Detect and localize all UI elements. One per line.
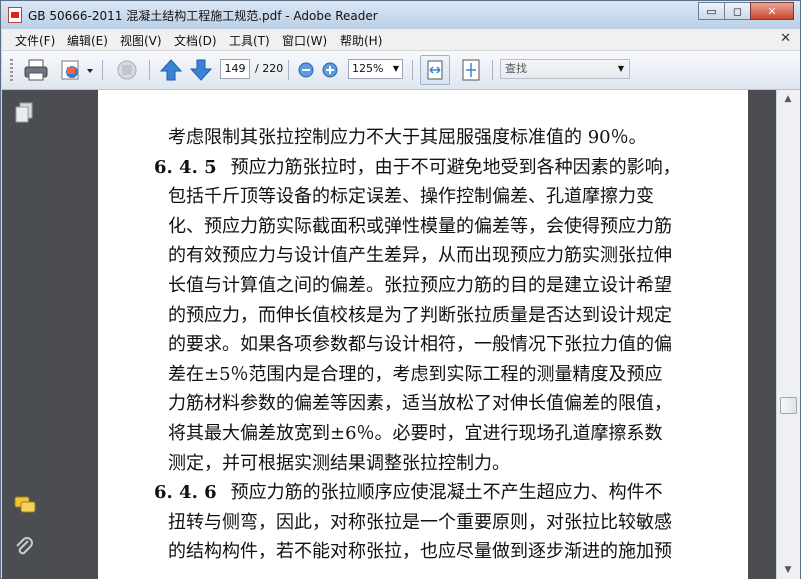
line-text: 包括千斤顶等设备的标定误差、操作控制偏差、孔道摩擦力变 <box>168 186 654 208</box>
menu-view[interactable]: 视图(V) <box>120 32 162 49</box>
maximize-button[interactable]: ◻ <box>724 2 751 20</box>
menu-file[interactable]: 文件(F) <box>15 32 55 49</box>
line-text: 差在±5％范围内是合理的，考虑到实际工程的测量精度及预应 <box>168 363 663 385</box>
vertical-scrollbar[interactable]: ▲ ▼ <box>776 90 800 579</box>
line-text: 预应力筋的张拉顺序应使混凝土不产生超应力、构件不 <box>230 482 663 504</box>
page-count: / 220 <box>255 62 284 75</box>
text-line: 包括千斤顶等设备的标定误差、操作控制偏差、孔道摩擦力变 <box>154 182 719 212</box>
line-text: 考虑限制其张拉控制应力不大于其屈服强度标准值的 90％。 <box>168 127 647 148</box>
section-number: 6. 4. 5 <box>154 156 217 178</box>
print-icon[interactable] <box>23 58 49 82</box>
text-line: 将其最大偏差放宽到±6％。必要时，宜进行现场孔道摩擦系数 <box>154 419 719 449</box>
section-number: 6. 4. 6 <box>154 482 217 504</box>
menu-edit[interactable]: 编辑(E) <box>67 32 108 49</box>
menu-bar: 文件(F) 编辑(E) 视图(V) 文档(D) 工具(T) 窗口(W) 帮助(H… <box>2 29 800 51</box>
window-title: GB 50666-2011 混凝土结构工程施工规范.pdf - Adobe Re… <box>28 9 378 23</box>
line-text: 化、预应力筋实际截面积或弹性模量的偏差等，会使得预应力筋 <box>168 215 672 237</box>
line-text: 的结构构件，若不能对称张拉，也应尽量做到逐步渐进的施加预 <box>168 541 672 563</box>
zoom-out-icon[interactable] <box>296 58 316 82</box>
text-line: 化、预应力筋实际截面积或弹性模量的偏差等，会使得预应力筋 <box>154 212 719 242</box>
text-line: 力筋材料参数的偏差等因素，适当放松了对伸长值偏差的限值， <box>154 389 719 419</box>
close-document-icon[interactable]: ✕ <box>780 31 791 46</box>
line-text: 测定，并可根据实测结果调整张拉控制力。 <box>168 452 510 474</box>
line-text: 扭转与侧弯，因此，对称张拉是一个重要原则，对张拉比较敏感 <box>168 511 672 533</box>
toolbar: 149 / 220 125% ▼ 查找 ▼ <box>2 51 800 90</box>
menu-window[interactable]: 窗口(W) <box>282 32 327 49</box>
attachments-icon[interactable] <box>14 536 34 558</box>
fit-width-icon <box>427 60 443 80</box>
text-line: 的预应力，而伸长值校核是为了判断张拉质量是否达到设计规定 <box>154 301 719 331</box>
text-line: 考虑限制其张拉控制应力不大于其屈服强度标准值的 90％。 <box>154 123 719 153</box>
page-text: 考虑限制其张拉控制应力不大于其屈服强度标准值的 90％。 6. 4. 5 预应力筋… <box>154 123 719 567</box>
pdf-app-icon <box>8 7 22 23</box>
line-text: 的有效预应力与设计值产生差异，从而出现预应力筋实测张拉伸 <box>168 245 672 267</box>
share-email-icon[interactable] <box>59 58 95 82</box>
zoom-in-icon[interactable] <box>320 58 340 82</box>
text-line: 的结构构件，若不能对称张拉，也应尽量做到逐步渐进的施加预 <box>154 537 719 567</box>
menu-help[interactable]: 帮助(H) <box>340 32 382 49</box>
text-line: 的要求。如果各项参数都与设计相符，一般情况下张拉力值的偏 <box>154 330 719 360</box>
fit-width-button[interactable] <box>420 55 450 85</box>
menu-tools[interactable]: 工具(T) <box>229 32 270 49</box>
hand-tool-icon[interactable] <box>113 58 141 82</box>
find-placeholder: 查找 <box>505 62 527 75</box>
zoom-value: 125% <box>352 62 384 75</box>
navigation-pane <box>2 90 44 579</box>
previous-page-icon[interactable] <box>159 58 183 82</box>
scroll-down-button[interactable]: ▼ <box>781 563 795 577</box>
window-controls: ▭ ◻ ✕ <box>698 2 794 22</box>
menu-document[interactable]: 文档(D) <box>174 32 217 49</box>
zoom-select[interactable]: 125% ▼ <box>348 59 403 79</box>
chevron-down-icon[interactable]: ▼ <box>618 60 624 78</box>
line-text: 的要求。如果各项参数都与设计相符，一般情况下张拉力值的偏 <box>168 334 672 356</box>
text-line: 的有效预应力与设计值产生差异，从而出现预应力筋实测张拉伸 <box>154 241 719 271</box>
toolbar-separator <box>288 60 289 80</box>
line-text: 将其最大偏差放宽到±6％。必要时，宜进行现场孔道摩擦系数 <box>168 422 663 444</box>
close-button[interactable]: ✕ <box>750 2 794 20</box>
toolbar-separator <box>149 60 150 80</box>
toolbar-separator <box>102 60 103 80</box>
chevron-down-icon: ▼ <box>392 64 399 73</box>
line-text: 预应力筋张拉时，由于不可避免地受到各种因素的影响， <box>230 156 681 178</box>
scroll-up-button[interactable]: ▲ <box>781 92 795 106</box>
title-bar[interactable]: GB 50666-2011 混凝土结构工程施工规范.pdf - Adobe Re… <box>1 1 800 29</box>
text-line: 6. 4. 5 预应力筋张拉时，由于不可避免地受到各种因素的影响， <box>154 153 719 183</box>
toolbar-grip[interactable] <box>10 59 13 81</box>
line-text: 的预应力，而伸长值校核是为了判断张拉质量是否达到设计规定 <box>168 304 672 326</box>
toolbar-separator <box>412 60 413 80</box>
line-text: 长值与计算值之间的偏差。张拉预应力筋的目的是建立设计希望 <box>168 274 672 296</box>
scroll-thumb[interactable] <box>780 397 797 414</box>
pages-panel-icon[interactable] <box>14 102 34 124</box>
fit-page-icon[interactable] <box>460 58 482 82</box>
text-line: 测定，并可根据实测结果调整张拉控制力。 <box>154 449 719 479</box>
comments-icon[interactable] <box>14 495 36 515</box>
text-line: 差在±5％范围内是合理的，考虑到实际工程的测量精度及预应 <box>154 360 719 390</box>
adobe-reader-window: GB 50666-2011 混凝土结构工程施工规范.pdf - Adobe Re… <box>0 0 801 579</box>
minimize-button[interactable]: ▭ <box>698 2 725 20</box>
page-number-input[interactable]: 149 <box>220 59 250 79</box>
toolbar-separator <box>492 60 493 80</box>
line-text: 力筋材料参数的偏差等因素，适当放松了对伸长值偏差的限值， <box>168 393 672 415</box>
next-page-icon[interactable] <box>189 58 213 82</box>
text-line: 扭转与侧弯，因此，对称张拉是一个重要原则，对张拉比较敏感 <box>154 508 719 538</box>
text-line: 长值与计算值之间的偏差。张拉预应力筋的目的是建立设计希望 <box>154 271 719 301</box>
text-line: 6. 4. 6 预应力筋的张拉顺序应使混凝土不产生超应力、构件不 <box>154 478 719 508</box>
find-field[interactable]: 查找 ▼ <box>500 59 630 79</box>
